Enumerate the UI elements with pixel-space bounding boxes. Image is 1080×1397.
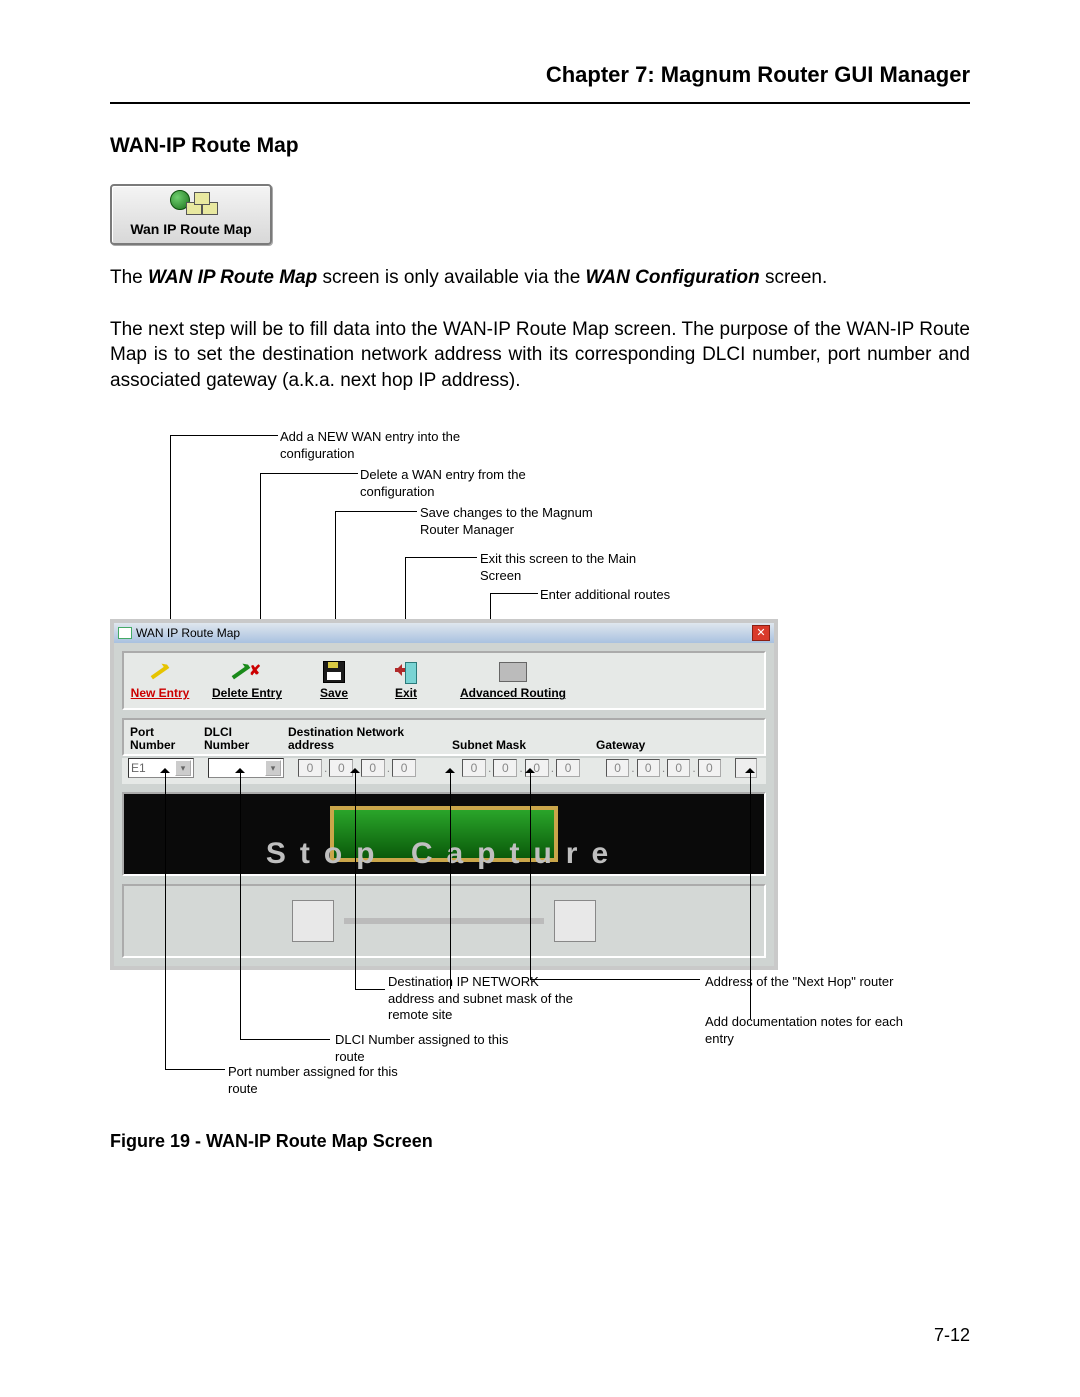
gateway-field[interactable]: 0. 0. 0. 0 (606, 759, 721, 777)
callout-port-number: Port number assigned for this route (228, 1064, 428, 1097)
callout-dlci-number: DLCI Number assigned to this route (335, 1032, 535, 1065)
divider (110, 102, 970, 104)
header-dlci: DLCI Number (204, 726, 274, 752)
callout-notes: Add documentation notes for each entry (705, 1014, 905, 1047)
header-mask: Subnet Mask (452, 739, 582, 752)
header-dest: Destination Network address (288, 726, 438, 752)
wan-ip-route-map-graphic (116, 192, 266, 216)
entry-row: E1 ▾ ▾ 0. 0. 0. 0 0. 0. 0. 0 0. 0. (122, 758, 766, 784)
dlci-number-combo[interactable]: ▾ (208, 758, 284, 778)
close-icon[interactable]: ✕ (752, 625, 770, 641)
titlebar: WAN IP Route Map ✕ (114, 623, 774, 643)
network-icon (499, 662, 527, 682)
advanced-routing-button[interactable]: Advanced Routing (448, 659, 578, 701)
callout-exit: Exit this screen to the Main Screen (480, 551, 680, 584)
wan-ip-route-map-icon-button[interactable]: Wan IP Route Map (110, 184, 272, 245)
intro-paragraph: The WAN IP Route Map screen is only avai… (110, 265, 970, 291)
page-number: 7-12 (934, 1323, 970, 1347)
delete-entry-button[interactable]: ✘ Delete Entry (202, 659, 292, 701)
chapter-title: Chapter 7: Magnum Router GUI Manager (110, 60, 970, 90)
figure-caption: Figure 19 - WAN-IP Route Map Screen (110, 1129, 970, 1153)
figure-diagram: Add a NEW WAN entry into the configurati… (110, 419, 970, 1099)
pencil-icon (151, 665, 170, 680)
exit-icon (395, 662, 417, 682)
x-icon: ✘ (249, 661, 261, 680)
destination-network-field[interactable]: 0. 0. 0. 0 (298, 759, 448, 777)
chevron-down-icon: ▾ (175, 760, 191, 776)
section-title: WAN-IP Route Map (110, 132, 970, 160)
callout-gateway: Address of the "Next Hop" router (705, 974, 893, 990)
save-button[interactable]: Save (304, 659, 364, 701)
toolbar: New Entry ✘ Delete Entry Save Exit Advan… (122, 651, 766, 709)
decorative-banner-2 (122, 884, 766, 958)
computers-icon (186, 192, 216, 216)
description-paragraph: The next step will be to fill data into … (110, 317, 970, 394)
window-icon (118, 627, 132, 639)
callout-save: Save changes to the Magnum Router Manage… (420, 505, 620, 538)
icon-button-label: Wan IP Route Map (116, 220, 266, 239)
wan-ip-route-map-window: WAN IP Route Map ✕ New Entry ✘ Delete En… (110, 619, 778, 970)
chevron-down-icon: ▾ (265, 760, 281, 776)
decorative-banner-1: Stop Capture (122, 792, 766, 876)
exit-button[interactable]: Exit (376, 659, 436, 701)
header-port: Port Number (130, 726, 190, 752)
window-title: WAN IP Route Map (136, 625, 240, 641)
new-entry-button[interactable]: New Entry (130, 659, 190, 701)
header-gateway: Gateway (596, 739, 711, 752)
callout-destination-network: Destination IP NETWORK address and subne… (388, 974, 588, 1023)
column-headers: Port Number DLCI Number Destination Netw… (122, 718, 766, 756)
callout-advanced: Enter additional routes (540, 587, 670, 603)
floppy-icon (323, 661, 345, 683)
callout-delete-entry: Delete a WAN entry from the configuratio… (360, 467, 560, 500)
callout-new-entry: Add a NEW WAN entry into the configurati… (280, 429, 480, 462)
pencil-icon (232, 665, 251, 680)
